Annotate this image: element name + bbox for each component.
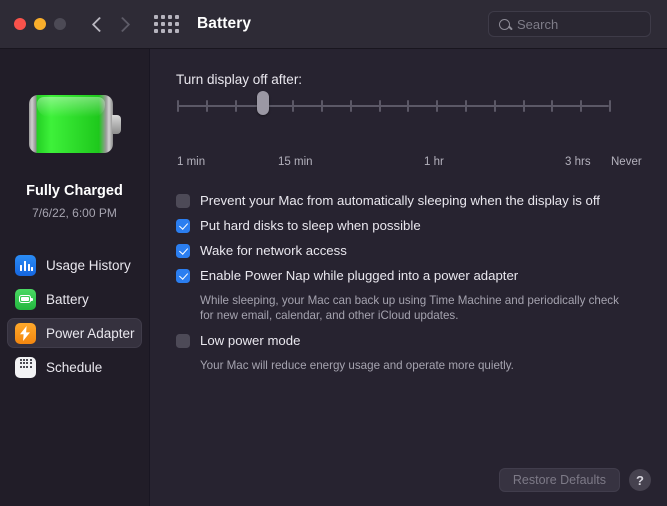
traffic-lights xyxy=(14,18,66,30)
restore-defaults-button[interactable]: Restore Defaults xyxy=(498,468,620,492)
close-window-button[interactable] xyxy=(14,18,26,30)
sidebar-item-power-adapter[interactable]: Power Adapter xyxy=(7,318,142,348)
sidebar-item-label: Schedule xyxy=(46,359,103,375)
grid-dot xyxy=(154,15,158,19)
slider-tick xyxy=(580,100,583,112)
battery-body xyxy=(28,95,113,153)
checkbox-checked[interactable] xyxy=(176,219,190,233)
power-adapter-icon xyxy=(15,322,36,344)
checkbox-row[interactable]: Wake for network access xyxy=(176,243,646,259)
checkbox-label: Wake for network access xyxy=(200,243,347,258)
display-sleep-title: Turn display off after: xyxy=(176,72,303,87)
grid-dot xyxy=(168,29,172,33)
battery-full-graphic xyxy=(28,95,121,153)
main-content: Turn display off after: 1 min 15 min 1 hr 3… xyxy=(151,49,667,506)
sidebar: Fully Charged 7/6/22, 6:00 PM Usage Hist… xyxy=(0,49,150,506)
sidebar-item-usage-history[interactable]: Usage History xyxy=(7,250,142,280)
search-input[interactable] xyxy=(517,16,667,32)
slider-tick xyxy=(465,100,467,112)
checkbox-unchecked[interactable] xyxy=(176,334,190,348)
slider-tick xyxy=(493,100,496,112)
checkbox-row[interactable]: Enable Power Nap while plugged into a po… xyxy=(176,268,646,284)
slider-tick xyxy=(177,100,179,112)
sidebar-item-battery[interactable]: Battery xyxy=(7,284,142,314)
grid-dot xyxy=(175,29,179,33)
battery-status-label: Fully Charged xyxy=(26,183,123,199)
grid-dot xyxy=(175,15,179,19)
slider-tick-labels: 1 min 15 min 1 hr 3 hrs Never xyxy=(177,156,642,172)
grid-dot xyxy=(154,29,158,33)
grid-dot xyxy=(168,22,172,26)
checkbox-row[interactable]: Put hard disks to sleep when possible xyxy=(176,218,646,234)
checkbox-label: Prevent your Mac from automatically slee… xyxy=(200,193,600,208)
slider-tick xyxy=(436,100,439,112)
usage-history-icon xyxy=(15,254,36,276)
sidebar-item-label: Battery xyxy=(46,291,89,307)
slider-tick xyxy=(321,100,323,112)
window-titlebar: Battery xyxy=(0,0,667,49)
checkbox-description: While sleeping, your Mac can back up usi… xyxy=(200,294,619,322)
slider-tick xyxy=(609,100,611,112)
slider-label: 1 hr xyxy=(424,156,444,168)
slider-label: 3 hrs xyxy=(565,156,591,168)
slider-tick xyxy=(205,100,208,112)
search-icon xyxy=(499,18,510,30)
help-button[interactable]: ? xyxy=(629,469,651,491)
schedule-icon xyxy=(15,356,36,378)
zoom-window-button xyxy=(54,18,66,30)
grid-dot xyxy=(154,22,158,26)
chevron-left-icon[interactable] xyxy=(91,16,108,32)
slider-tick xyxy=(234,100,237,112)
checkbox-label: Low power mode xyxy=(200,333,301,348)
slider-track[interactable] xyxy=(177,105,609,107)
checkbox-checked[interactable] xyxy=(176,269,190,283)
grid-dot xyxy=(175,22,179,26)
navigation-arrows xyxy=(91,16,131,32)
battery-timestamp-label: 7/6/22, 6:00 PM xyxy=(32,206,117,220)
slider-label: 1 min xyxy=(177,156,206,168)
sidebar-item-label: Power Adapter xyxy=(46,325,135,341)
checkbox-row[interactable]: Low power mode xyxy=(176,333,646,349)
slider-tick xyxy=(292,100,295,112)
chevron-right-icon xyxy=(114,16,131,32)
battery-terminal-cap xyxy=(111,115,121,134)
display-sleep-slider[interactable] xyxy=(177,91,611,116)
minimize-window-button[interactable] xyxy=(34,18,46,30)
slider-tick xyxy=(522,100,525,112)
battery-icon xyxy=(15,288,36,310)
checkbox-label: Enable Power Nap while plugged into a po… xyxy=(200,268,519,283)
slider-label: Never xyxy=(611,156,642,168)
checkbox-label: Put hard disks to sleep when possible xyxy=(200,218,421,233)
sidebar-item-schedule[interactable]: Schedule xyxy=(7,352,142,382)
search-field[interactable] xyxy=(488,11,667,37)
footer-actions: Restore Defaults ? xyxy=(498,468,651,492)
grid-dot xyxy=(168,15,172,19)
grid-dot xyxy=(161,15,165,19)
window-title: Battery xyxy=(197,15,252,32)
grid-dot xyxy=(161,29,165,33)
checkbox-row[interactable]: Prevent your Mac from automatically slee… xyxy=(176,193,646,209)
checkbox-unchecked[interactable] xyxy=(176,194,190,208)
slider-thumb[interactable] xyxy=(257,91,270,115)
checkbox-checked[interactable] xyxy=(176,244,190,258)
slider-tick xyxy=(349,100,352,112)
sidebar-nav: Usage History Battery Power Adapter Sche… xyxy=(0,250,149,382)
grid-dot xyxy=(161,22,165,26)
slider-label: 15 min xyxy=(278,156,313,168)
checkbox-description: Your Mac will reduce energy usage and op… xyxy=(200,359,514,372)
slider-tick xyxy=(378,100,381,112)
all-preferences-grid-icon[interactable] xyxy=(154,15,179,33)
options-checkbox-list: Prevent your Mac from automatically slee… xyxy=(176,193,646,383)
sidebar-item-label: Usage History xyxy=(46,257,131,273)
